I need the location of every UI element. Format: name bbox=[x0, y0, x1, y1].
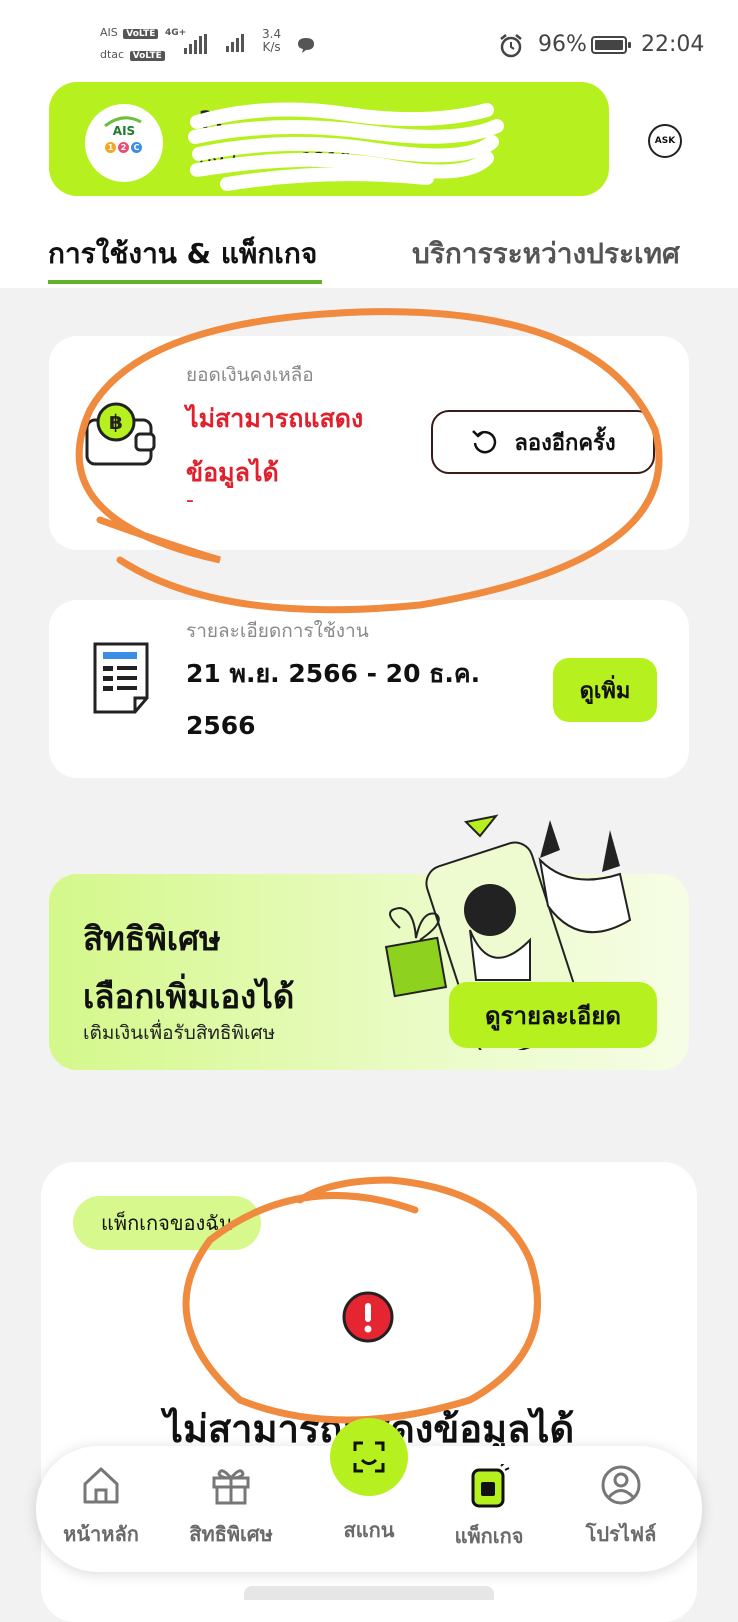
carrier-1: AIS VoLTE bbox=[100, 26, 159, 39]
usage-more-button[interactable]: ดูเพิ่ม bbox=[553, 658, 657, 722]
gift-icon bbox=[212, 1469, 250, 1505]
tab-usage-package[interactable]: การใช้งาน & แพ็กเกจ bbox=[48, 232, 317, 276]
clock-time: 22:04 bbox=[641, 32, 705, 57]
volte-badge: VoLTE bbox=[129, 51, 165, 61]
nav-package[interactable]: แพ็กเกจ bbox=[424, 1460, 554, 1552]
usage-date-range: 21 พ.ย. 2566 - 20 ธ.ค. 2566 bbox=[186, 659, 481, 740]
speed-unit: K/s bbox=[262, 40, 281, 54]
redaction-scribble bbox=[188, 102, 504, 191]
ais-logo: AIS 1 2 C bbox=[85, 104, 163, 182]
signal-icon bbox=[184, 34, 207, 54]
nav-home-label: หน้าหลัก bbox=[63, 1522, 139, 1546]
wallet-coin-icon: ฿ bbox=[85, 402, 156, 466]
carrier-1-name: AIS bbox=[100, 26, 118, 39]
logo-badge-2: 2 bbox=[118, 142, 129, 153]
active-tab-indicator bbox=[48, 280, 322, 284]
logo-badge-1: 1 bbox=[105, 142, 116, 153]
logo-text: AIS bbox=[112, 124, 136, 138]
carrier-2: dtac VoLTE bbox=[100, 48, 165, 61]
promo-details-button[interactable]: ดูรายละเอียด bbox=[449, 982, 657, 1048]
my-packages-tag: แพ็กเกจของฉัน bbox=[73, 1196, 261, 1250]
nav-profile-label: โปรไฟล์ bbox=[585, 1522, 657, 1546]
tab-international[interactable]: บริการระหว่างประเทศ bbox=[412, 232, 680, 276]
promo-title-line1: สิทธิพิเศษ bbox=[83, 919, 221, 958]
promo-subtitle: เติมเงินเพื่อรับสิทธิพิเศษ bbox=[83, 1022, 276, 1044]
retry-button[interactable]: ลองอีกครั้ง bbox=[431, 410, 655, 474]
refresh-icon bbox=[472, 430, 497, 454]
usage-label: รายละเอียดการใช้งาน bbox=[186, 620, 369, 642]
nav-profile[interactable]: โปรไฟล์ bbox=[556, 1464, 686, 1550]
balance-card: ฿ ยอดเงินคงเหลือ ไม่สามารถแสดงข้อมูลได้ … bbox=[49, 336, 689, 550]
sim-package-icon bbox=[471, 1460, 510, 1508]
scan-button[interactable] bbox=[330, 1418, 408, 1496]
network-speed: 3.4 K/s bbox=[262, 28, 281, 54]
nav-home[interactable]: หน้าหลัก bbox=[36, 1464, 166, 1550]
profile-icon bbox=[601, 1465, 641, 1505]
home-icon bbox=[83, 1467, 119, 1504]
chat-icon bbox=[298, 38, 314, 53]
battery-icon bbox=[591, 36, 631, 54]
balance-error-text: ไม่สามารถแสดงข้อมูลได้ bbox=[186, 404, 364, 487]
ask-assistant-button[interactable]: ASK bbox=[648, 124, 682, 158]
scan-icon bbox=[353, 1441, 385, 1473]
status-bar: AIS VoLTE dtac VoLTE 4G+ 3.4 K/s 96% 22:… bbox=[0, 0, 738, 80]
usage-card: รายละเอียดการใช้งาน 21 พ.ย. 2566 - 20 ธ.… bbox=[49, 600, 689, 778]
bill-document-icon bbox=[93, 642, 149, 714]
balance-value: - bbox=[186, 488, 194, 513]
home-indicator bbox=[244, 1586, 494, 1600]
volte-badge: VoLTE bbox=[123, 29, 159, 39]
alarm-icon bbox=[500, 34, 522, 58]
battery-percent: 96% bbox=[538, 32, 587, 57]
carrier-2-name: dtac bbox=[100, 48, 125, 61]
error-alert-icon bbox=[342, 1291, 394, 1343]
signal-icon bbox=[226, 34, 244, 52]
retry-label: ลองอีกครั้ง bbox=[514, 430, 616, 456]
nav-privileges[interactable]: สิทธิพิเศษ bbox=[166, 1464, 296, 1550]
nav-scan-label: สแกน bbox=[343, 1518, 395, 1542]
logo-badge: 1 2 C bbox=[105, 142, 142, 153]
account-header-card[interactable]: AIS 1 2 C ?? 092 - xx - 1210 bbox=[49, 82, 609, 196]
balance-label: ยอดเงินคงเหลือ bbox=[186, 364, 314, 386]
logo-badge-3: C bbox=[131, 142, 142, 153]
nav-privileges-label: สิทธิพิเศษ bbox=[189, 1522, 273, 1546]
nav-package-label: แพ็กเกจ bbox=[454, 1524, 524, 1548]
promo-title: สิทธิพิเศษ เลือกเพิ่มเองได้ bbox=[83, 910, 294, 1026]
svg-text:฿: ฿ bbox=[109, 410, 123, 434]
